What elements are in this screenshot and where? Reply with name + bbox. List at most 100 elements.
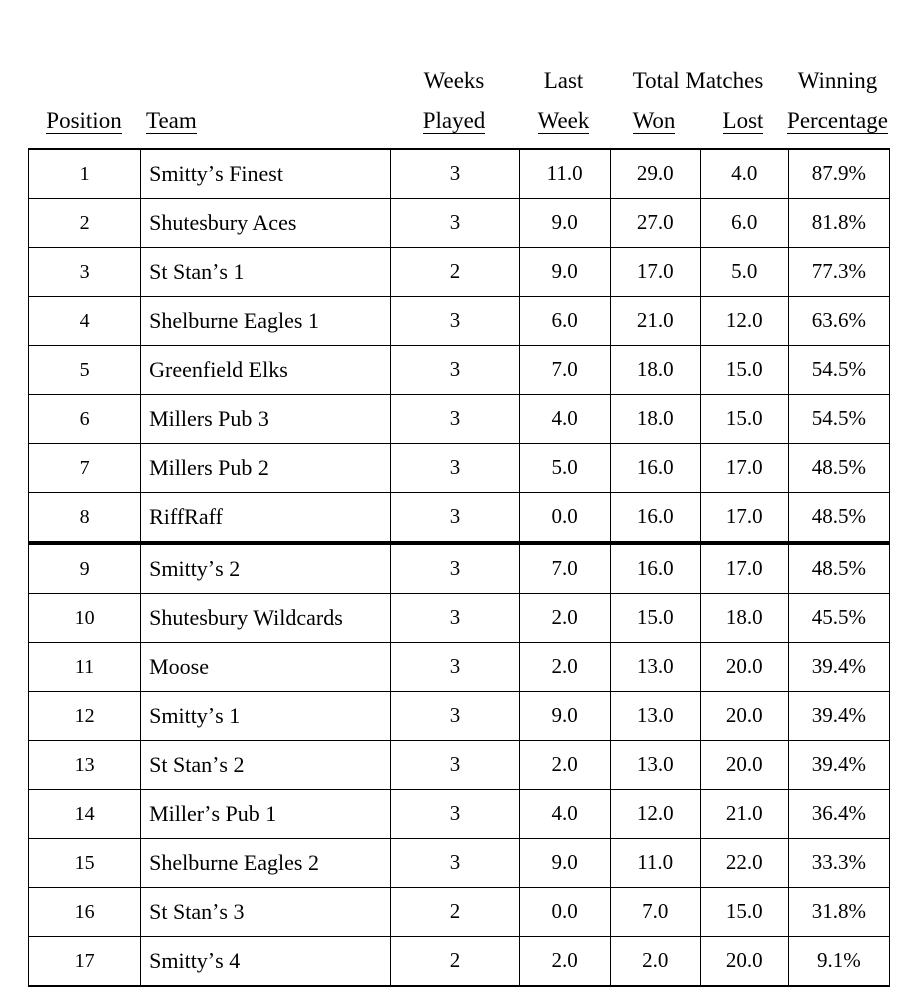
header-weeks-played-text: Played [422, 108, 486, 134]
cell-team: Smittyʼs Finest [140, 148, 392, 199]
cell-team: St Stanʼs 3 [140, 887, 392, 937]
cell-weeks-played: 2 [390, 936, 520, 987]
table-row: 13 St Stanʼs 2 3 2.0 13.0 20.0 39.4% [27, 740, 891, 790]
table-row: 12 Smittyʼs 1 3 9.0 13.0 20.0 39.4% [27, 691, 891, 741]
cell-position: 5 [27, 345, 142, 395]
cell-position: 8 [27, 492, 142, 545]
table-row: 8 RiffRaff 3 0.0 16.0 17.0 48.5% [27, 492, 891, 545]
cell-team: St Stanʼs 2 [140, 740, 392, 790]
cell-lost: 15.0 [699, 345, 789, 395]
cell-weeks-played: 3 [390, 642, 520, 692]
cell-position: 10 [27, 593, 142, 643]
cell-percentage: 45.5% [787, 593, 891, 643]
cell-won: 18.0 [609, 394, 701, 444]
table-row: 17 Smittyʼs 4 2 2.0 2.0 20.0 9.1% [27, 936, 891, 987]
cell-won: 11.0 [609, 838, 701, 888]
cell-won: 13.0 [609, 740, 701, 790]
cell-team: Shutesbury Wildcards [140, 593, 392, 643]
header-lost-text: Lost [722, 108, 764, 134]
cell-won: 2.0 [609, 936, 701, 987]
cell-percentage: 39.4% [787, 691, 891, 741]
cell-last-week: 7.0 [518, 345, 611, 395]
cell-weeks-played: 3 [390, 740, 520, 790]
header-position-text: Position [46, 108, 122, 134]
cell-won: 21.0 [609, 296, 701, 346]
table-row: 15 Shelburne Eagles 2 3 9.0 11.0 22.0 33.3% [27, 838, 891, 888]
cell-last-week: 2.0 [518, 593, 611, 643]
cell-percentage: 39.4% [787, 740, 891, 790]
cell-weeks-played: 3 [390, 148, 520, 199]
header-total-matches-label: Total Matches [632, 68, 764, 93]
cell-percentage: 39.4% [787, 642, 891, 692]
cell-last-week: 9.0 [518, 198, 611, 248]
standings-document: Weeks Last Total Matches Winning Positio… [0, 0, 907, 1002]
cell-team: Shutesbury Aces [140, 198, 392, 248]
cell-last-week: 6.0 [518, 296, 611, 346]
table-row: 4 Shelburne Eagles 1 3 6.0 21.0 12.0 63.6% [27, 296, 891, 346]
cell-percentage: 87.9% [787, 148, 891, 199]
table-header-block: Weeks Last Total Matches Winning Positio… [28, 48, 890, 134]
table-row: 11 Moose 3 2.0 13.0 20.0 39.4% [27, 642, 891, 692]
cell-weeks-played: 2 [390, 247, 520, 297]
table-row: 1 Smittyʼs Finest 3 11.0 29.0 4.0 87.9% [27, 148, 891, 199]
cell-weeks-played: 3 [390, 542, 520, 594]
cell-position: 6 [27, 394, 142, 444]
header-line-2: Position Team Played Week Won Lost Perce… [28, 92, 890, 134]
cell-percentage: 48.5% [787, 542, 891, 594]
cell-team: Shelburne Eagles 2 [140, 838, 392, 888]
cell-lost: 21.0 [699, 789, 789, 839]
cell-last-week: 4.0 [518, 789, 611, 839]
cell-percentage: 54.5% [787, 345, 891, 395]
header-team: Team [140, 109, 390, 134]
cell-team: St Stanʼs 1 [140, 247, 392, 297]
cell-won: 17.0 [609, 247, 701, 297]
header-won: Won [609, 109, 699, 134]
cell-lost: 17.0 [699, 492, 789, 545]
table-row: 14 Millerʼs Pub 1 3 4.0 12.0 21.0 36.4% [27, 789, 891, 839]
cell-weeks-played: 3 [390, 198, 520, 248]
cell-last-week: 9.0 [518, 247, 611, 297]
cell-weeks-played: 3 [390, 691, 520, 741]
cell-position: 1 [27, 148, 142, 199]
cell-lost: 17.0 [699, 542, 789, 594]
cell-weeks-played: 3 [390, 443, 520, 493]
cell-last-week: 4.0 [518, 394, 611, 444]
cell-weeks-played: 3 [390, 296, 520, 346]
cell-percentage: 36.4% [787, 789, 891, 839]
cell-percentage: 77.3% [787, 247, 891, 297]
cell-last-week: 9.0 [518, 838, 611, 888]
cell-weeks-played: 3 [390, 394, 520, 444]
cell-won: 15.0 [609, 593, 701, 643]
cell-position: 16 [27, 887, 142, 937]
cell-lost: 22.0 [699, 838, 789, 888]
cell-percentage: 81.8% [787, 198, 891, 248]
cell-percentage: 31.8% [787, 887, 891, 937]
cell-lost: 4.0 [699, 148, 789, 199]
header-winning-label: Winning [797, 68, 878, 93]
cell-lost: 12.0 [699, 296, 789, 346]
cell-team: Millers Pub 3 [140, 394, 392, 444]
cell-position: 2 [27, 198, 142, 248]
table-row: 9 Smittyʼs 2 3 7.0 16.0 17.0 48.5% [27, 542, 891, 594]
cell-position: 7 [27, 443, 142, 493]
cell-team: Moose [140, 642, 392, 692]
header-percentage: Percentage [787, 109, 888, 134]
cell-lost: 20.0 [699, 691, 789, 741]
cell-team: Shelburne Eagles 1 [140, 296, 392, 346]
cell-percentage: 54.5% [787, 394, 891, 444]
cell-percentage: 9.1% [787, 936, 891, 987]
cell-position: 13 [27, 740, 142, 790]
cell-won: 16.0 [609, 443, 701, 493]
header-lost: Lost [699, 109, 787, 134]
header-won-text: Won [632, 108, 676, 134]
cell-position: 14 [27, 789, 142, 839]
cell-won: 7.0 [609, 887, 701, 937]
standings-table: 1 Smittyʼs Finest 3 11.0 29.0 4.0 87.9% 2 Shutes… [27, 148, 891, 987]
header-last-week: Week [518, 109, 609, 134]
header-position: Position [28, 109, 140, 134]
table-row: 10 Shutesbury Wildcards 3 2.0 15.0 18.0 45.5% [27, 593, 891, 643]
standings-table-body: 1 Smittyʼs Finest 3 11.0 29.0 4.0 87.9% 2 Shutes… [27, 148, 891, 987]
cell-team: Smittyʼs 2 [140, 542, 392, 594]
cell-won: 13.0 [609, 691, 701, 741]
header-weeks-label: Weeks [423, 68, 485, 93]
